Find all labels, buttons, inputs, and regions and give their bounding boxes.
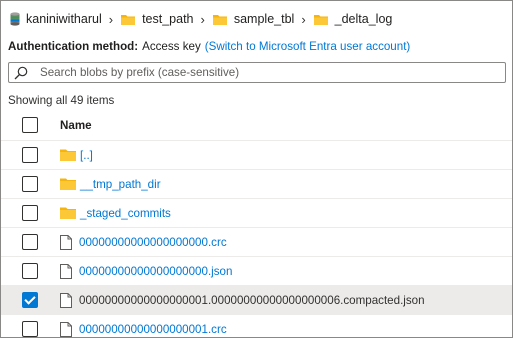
folder-icon [60,207,76,219]
breadcrumb-label: kaniniwitharul [26,12,102,26]
item-name[interactable]: 00000000000000000001.crc [79,323,227,336]
chevron-right-icon: › [200,11,205,27]
breadcrumb-test-path[interactable]: test_path [121,12,194,26]
list-header: Name [1,110,512,141]
item-cell: 00000000000000000001.0000000000000000000… [60,292,425,308]
auth-value: Access key [142,40,201,53]
list-item-selected[interactable]: 00000000000000000001.0000000000000000000… [1,286,512,315]
row-checkbox[interactable] [22,321,38,337]
list-item[interactable]: _staged_commits [1,199,512,228]
item-cell: 00000000000000000001.crc [60,321,227,337]
authentication-method: Authentication method: Access key (Switch … [8,40,410,53]
breadcrumb-label: test_path [142,12,194,26]
switch-auth-link[interactable]: (Switch to Microsoft Entra user account) [205,40,411,53]
folder-icon [212,14,227,25]
row-checkbox-checked[interactable] [22,292,38,308]
breadcrumb-label: sample_tbl [233,12,295,26]
file-icon [60,292,72,308]
chevron-right-icon: › [301,11,306,27]
list-item[interactable]: 00000000000000000001.crc [1,315,512,337]
list-item[interactable]: __tmp_path_dir [1,170,512,199]
row-checkbox[interactable] [22,176,38,192]
list-item[interactable]: 00000000000000000000.crc [1,228,512,257]
item-name[interactable]: _staged_commits [80,207,171,220]
folder-icon [60,149,76,161]
item-cell: 00000000000000000000.json [60,263,232,279]
row-checkbox[interactable] [22,234,38,250]
breadcrumb-sample-tbl[interactable]: sample_tbl [212,12,295,26]
chevron-right-icon: › [108,11,114,27]
item-cell: 00000000000000000000.crc [60,234,227,250]
storage-account-icon [10,12,20,26]
file-icon [60,321,72,337]
list-item[interactable]: [..] [1,141,512,170]
item-name[interactable]: [..] [80,149,93,162]
item-cell: [..] [60,149,93,162]
item-cell: __tmp_path_dir [60,178,161,191]
file-icon [60,234,72,250]
list-item[interactable]: 00000000000000000000.json [1,257,512,286]
column-header-name[interactable]: Name [60,119,92,132]
item-name[interactable]: 00000000000000000001.0000000000000000000… [79,294,425,307]
row-checkbox[interactable] [22,263,38,279]
auth-label: Authentication method: [8,40,139,53]
item-cell: _staged_commits [60,207,171,220]
breadcrumb-storage-account[interactable]: kaniniwitharul [10,12,102,26]
file-icon [60,263,72,279]
folder-icon [60,178,76,190]
search-input[interactable] [40,66,480,79]
row-checkbox[interactable] [22,205,38,221]
search-icon [14,66,28,79]
item-count-status: Showing all 49 items [8,94,115,107]
breadcrumb-label: _delta_log [334,12,393,26]
select-all-checkbox[interactable] [22,117,38,133]
blob-list: Name [..] __tmp_path_dir _staged_commits… [1,110,512,337]
storage-browser-window: kaniniwitharul › test_path › sample_tbl … [0,0,513,338]
folder-icon [121,14,136,25]
item-name[interactable]: __tmp_path_dir [80,178,161,191]
row-checkbox[interactable] [22,147,38,163]
breadcrumb: kaniniwitharul › test_path › sample_tbl … [10,9,392,29]
item-name[interactable]: 00000000000000000000.json [79,265,232,278]
item-name[interactable]: 00000000000000000000.crc [79,236,227,249]
search-box [8,62,506,83]
folder-icon [313,14,328,25]
breadcrumb-delta-log[interactable]: _delta_log [313,12,393,26]
